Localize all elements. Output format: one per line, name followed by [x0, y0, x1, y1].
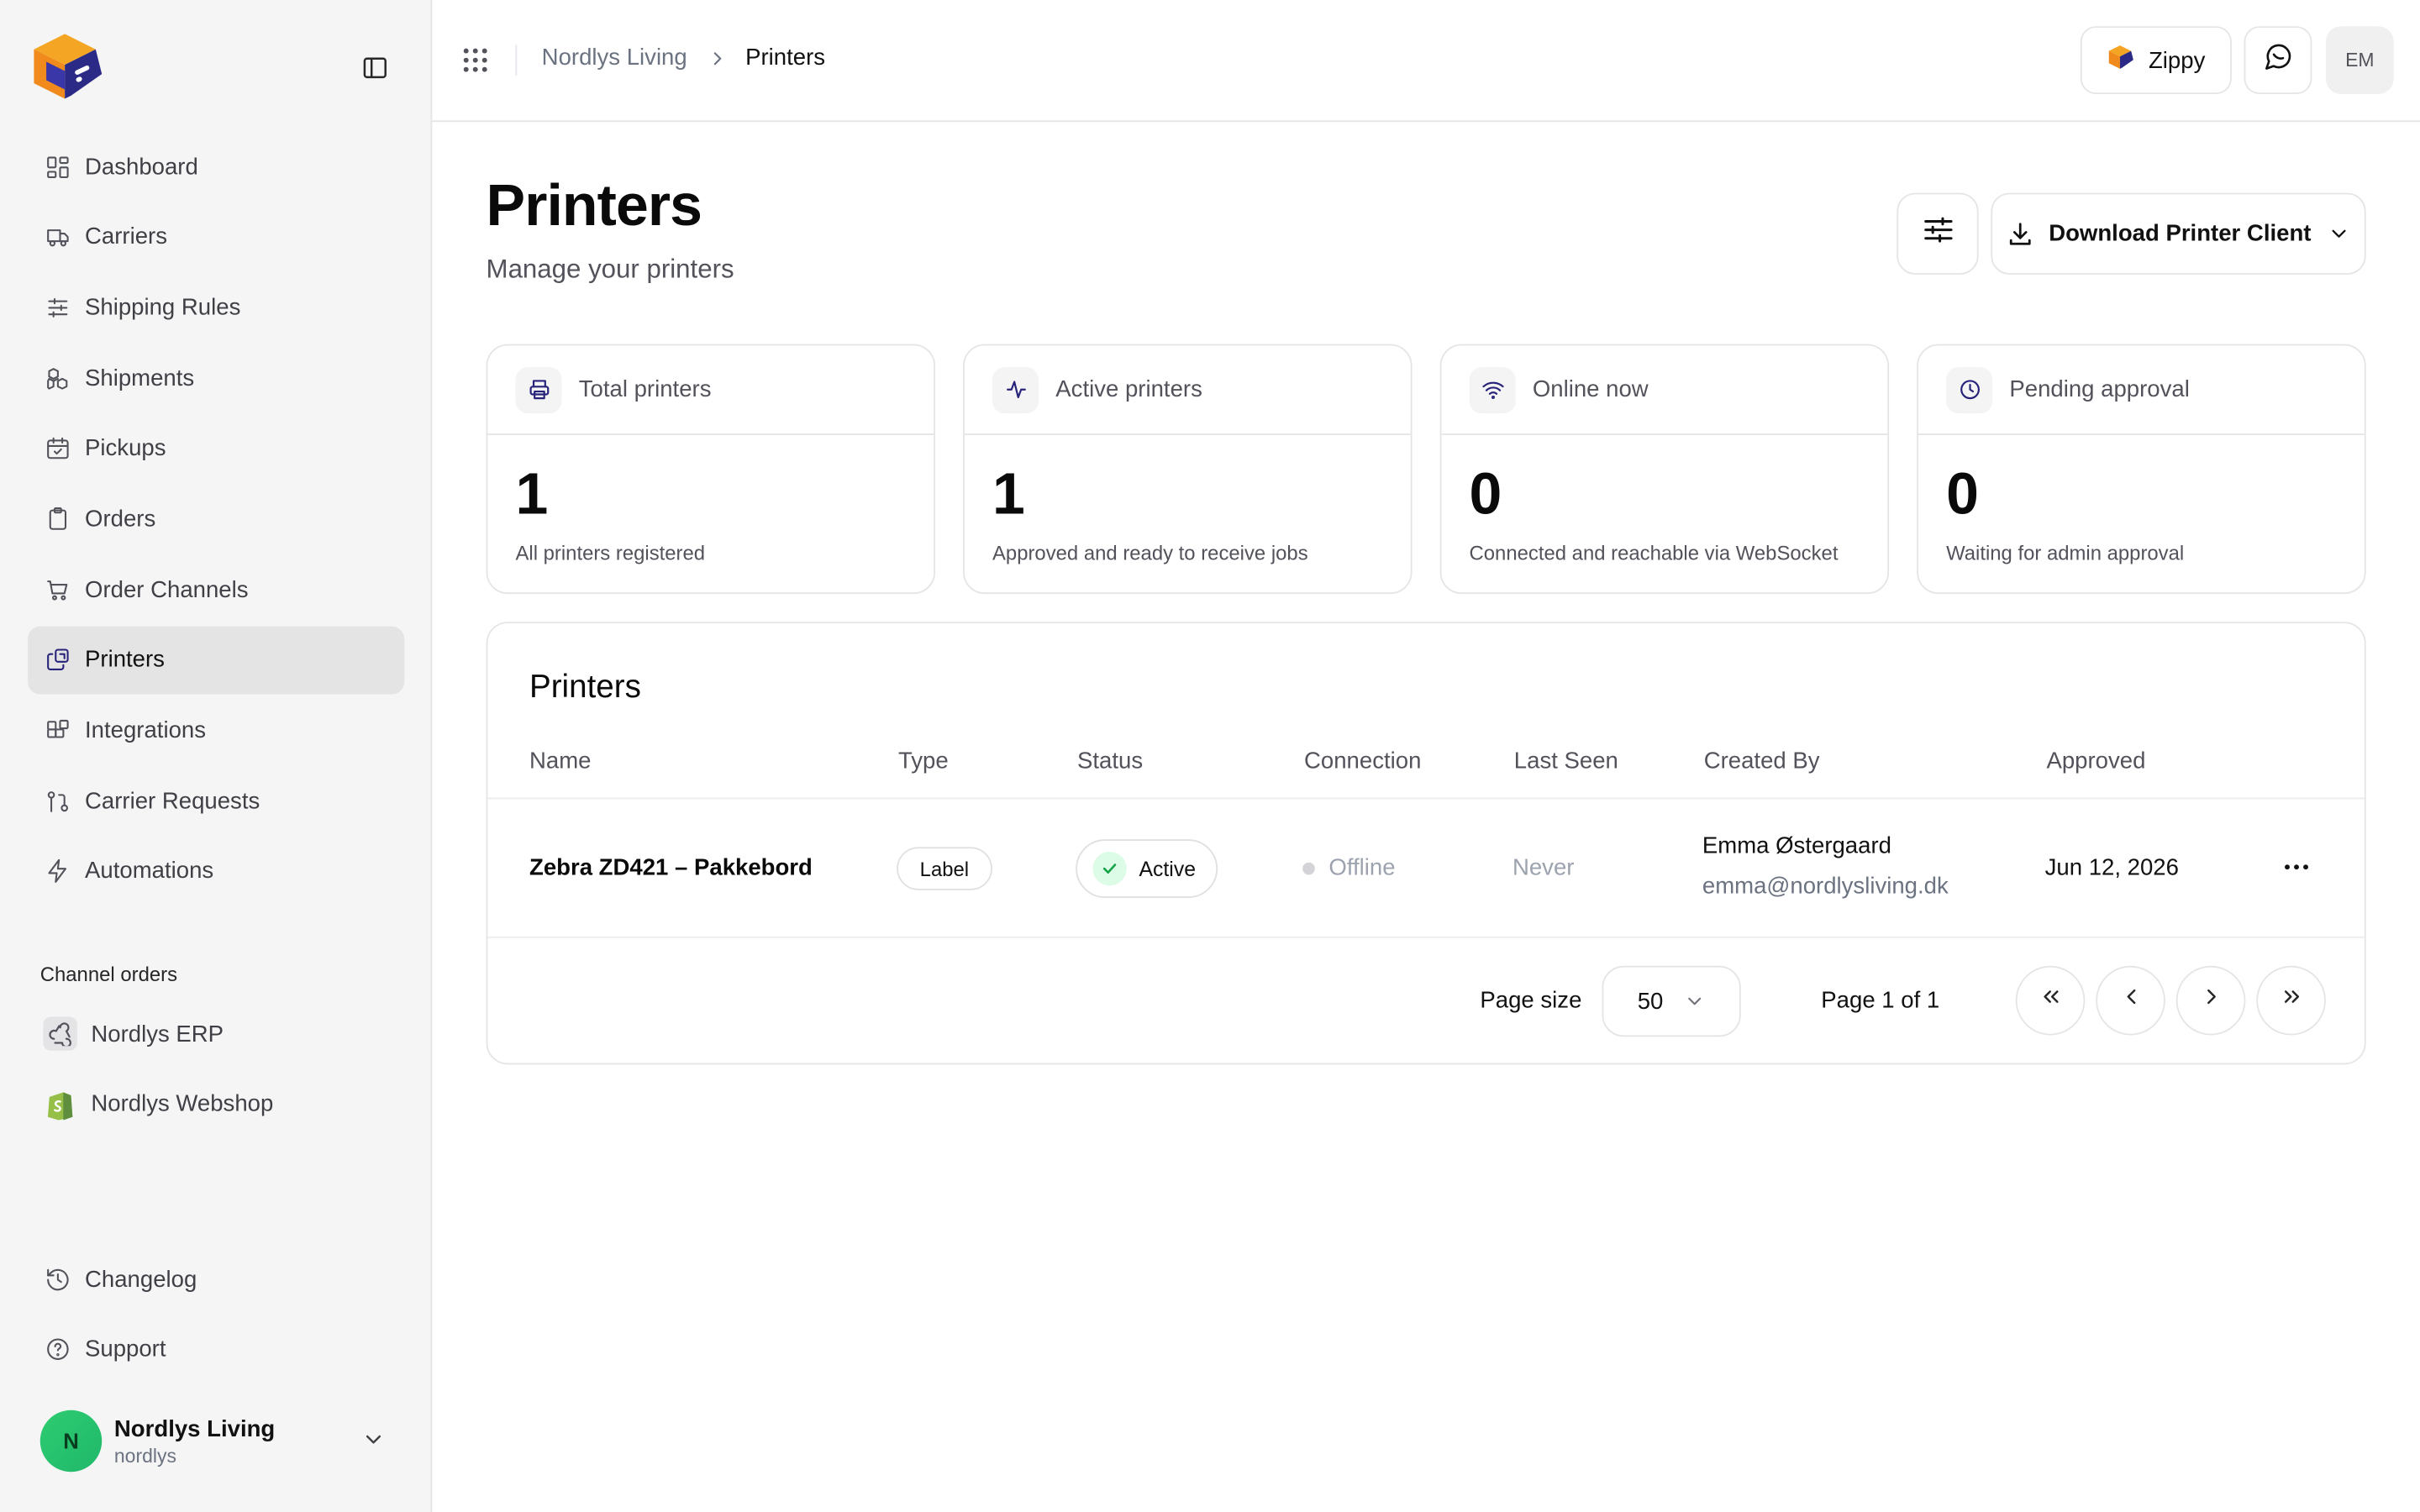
stats-row: Total printers 1 All printers registered… [486, 344, 2366, 595]
stat-value: 0 [1946, 463, 1979, 528]
next-page-button[interactable] [2175, 965, 2246, 1036]
first-page-button[interactable] [2015, 965, 2086, 1036]
zippy-logo-icon [2107, 43, 2134, 76]
column-header-type[interactable]: Type [898, 748, 949, 774]
stat-description: Connected and reachable via WebSocket [1469, 541, 1839, 565]
page-info: Page 1 of 1 [1821, 987, 1940, 1014]
last-page-button[interactable] [2256, 965, 2326, 1036]
filter-button[interactable] [1897, 192, 1979, 275]
page-title: Printers [486, 174, 702, 239]
breadcrumb-workspace[interactable]: Nordlys Living [542, 45, 687, 71]
status-badge: Active [1076, 839, 1218, 898]
chevron-right-icon [2198, 984, 2223, 1017]
chevron-down-icon [1684, 990, 1706, 1018]
chevron-left-icon [2118, 984, 2143, 1017]
stat-value: 0 [1469, 463, 1502, 528]
table-header: Name Type Status Connection Last Seen Cr… [487, 734, 2365, 800]
zippy-button[interactable]: Zippy [2080, 26, 2232, 95]
stat-card-online-now: Online now 0 Connected and reachable via… [1439, 344, 1890, 595]
table-title: Printers [529, 669, 641, 706]
column-header-last-seen[interactable]: Last Seen [1514, 748, 1618, 774]
page-size-label: Page size [1480, 987, 1582, 1014]
apps-grid-icon[interactable] [461, 46, 489, 81]
breadcrumb-current: Printers [745, 45, 826, 71]
user-avatar[interactable]: EM [2325, 26, 2394, 95]
stat-value: 1 [515, 463, 549, 528]
previous-page-button[interactable] [2096, 965, 2165, 1036]
chevron-right-icon [707, 48, 729, 77]
connection-label: Offline [1328, 854, 1396, 881]
stat-label: Active printers [1055, 376, 1202, 403]
check-icon [1092, 851, 1127, 886]
type-badge: Label [897, 847, 992, 890]
stat-description: Waiting for admin approval [1946, 541, 2185, 565]
approved-date: Jun 12, 2026 [2044, 854, 2179, 881]
stat-label: Total printers [578, 376, 712, 403]
message-circle-icon [2264, 42, 2293, 79]
stat-label: Online now [1532, 376, 1649, 403]
topbar-divider [515, 45, 518, 76]
offline-dot-icon [1302, 861, 1315, 874]
column-header-created-by[interactable]: Created By [1704, 748, 1820, 774]
main-content: Nordlys Living Printers Zippy EM Printer… [0, 0, 2420, 1512]
app-root: Dashboard Carriers Shipping Rules Shipme… [0, 0, 2420, 1512]
page-subtitle: Manage your printers [486, 255, 734, 284]
stat-label: Pending approval [2009, 376, 2190, 403]
row-actions-more-icon[interactable] [2278, 848, 2315, 885]
column-header-connection[interactable]: Connection [1304, 748, 1421, 774]
download-label: Download Printer Client [2049, 220, 2312, 247]
sliders-horizontal-icon [1921, 213, 1954, 255]
printers-table-card: Printers Name Type Status Connection Las… [486, 622, 2366, 1065]
download-printer-client-button[interactable]: Download Printer Client [1991, 192, 2366, 275]
chevron-down-icon [2327, 222, 2350, 245]
last-seen: Never [1512, 854, 1575, 881]
page-size-value: 50 [1637, 988, 1664, 1015]
chevrons-right-icon [2279, 984, 2303, 1017]
status-label: Active [1139, 857, 1197, 880]
stat-card-total-printers: Total printers 1 All printers registered [486, 344, 936, 595]
zippy-label: Zippy [2148, 47, 2206, 74]
column-header-name[interactable]: Name [529, 748, 591, 774]
created-by-name: Emma Østergaard [1702, 832, 1891, 860]
table-row[interactable]: Zebra ZD421 – Pakkebord Label Active Off… [487, 799, 2365, 938]
created-by-email: emma@nordlysliving.dk [1702, 873, 1949, 900]
stat-description: Approved and ready to receive jobs [992, 541, 1308, 565]
clock-icon [1946, 366, 1993, 413]
printer-name[interactable]: Zebra ZD421 – Pakkebord [529, 855, 813, 881]
stat-description: All printers registered [515, 541, 706, 565]
page-size-select[interactable]: 50 [1602, 965, 1741, 1037]
stat-card-pending-approval: Pending approval 0 Waiting for admin app… [1917, 344, 2366, 595]
chevrons-left-icon [2038, 984, 2062, 1017]
connection-status: Offline [1302, 854, 1396, 881]
wifi-icon [1469, 366, 1516, 413]
download-icon [2007, 220, 2035, 248]
printer-icon [515, 366, 562, 413]
column-header-status[interactable]: Status [1077, 748, 1143, 774]
stat-card-active-printers: Active printers 1 Approved and ready to … [963, 344, 1413, 595]
chat-button[interactable] [2244, 26, 2312, 95]
stat-value: 1 [992, 463, 1025, 528]
activity-icon [992, 366, 1039, 413]
column-header-approved[interactable]: Approved [2046, 748, 2145, 774]
